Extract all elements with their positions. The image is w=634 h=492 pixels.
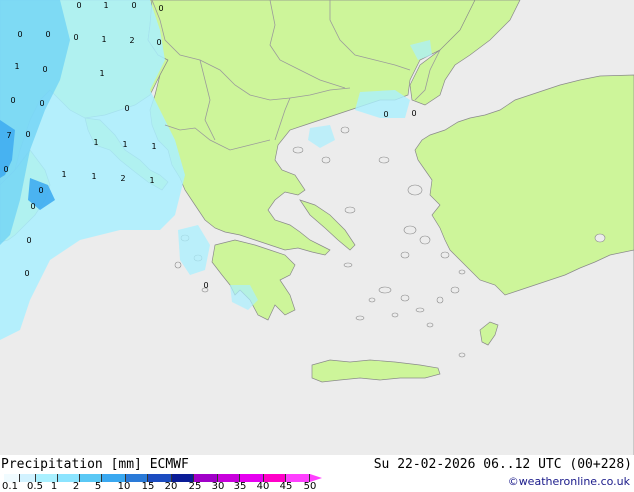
island — [368, 297, 376, 303]
island — [355, 315, 365, 321]
precip-point-label: 0 — [124, 104, 129, 113]
legend-tick-label: 0.5 — [27, 481, 43, 492]
island — [407, 184, 423, 196]
island — [450, 286, 460, 294]
legend-tick-label: 45 — [279, 481, 293, 492]
island — [391, 312, 399, 318]
legend-tick-label: 40 — [256, 481, 270, 492]
legend-tick-label: 10 — [117, 481, 131, 492]
precip-point-label: 0 — [45, 30, 50, 39]
island — [321, 156, 331, 164]
precip-point-label: 0 — [383, 110, 388, 119]
legend-tick-label: 2 — [72, 481, 80, 492]
precip-point-label: 0 — [38, 186, 43, 195]
precip-point-label: 0 — [10, 96, 15, 105]
precip-point-label: 0 — [39, 99, 44, 108]
map-footer: Precipitation [mm] ECMWF Su 22-02-2026 0… — [0, 455, 634, 492]
precip-point-label: 0 — [73, 33, 78, 42]
precip-point-label: 0 — [30, 202, 35, 211]
legend-tick-label: 15 — [141, 481, 155, 492]
precip-point-label: 2 — [120, 174, 125, 183]
precip-point-label: 0 — [17, 30, 22, 39]
precip-point-label: 0 — [24, 269, 29, 278]
precip-point-label: 0 — [42, 65, 47, 74]
legend-tick-label: 5 — [94, 481, 102, 492]
island — [400, 294, 410, 302]
precip-point-label: 1 — [149, 176, 154, 185]
island — [292, 146, 304, 154]
legend-tick-label: 0.1 — [2, 481, 18, 492]
legend-tick-label: 1 — [50, 481, 58, 492]
island — [403, 225, 417, 235]
precip-point-label: 0 — [411, 109, 416, 118]
precip-point-label: 1 — [93, 138, 98, 147]
island — [458, 352, 466, 358]
island — [343, 262, 353, 268]
precip-point-label: 0 — [26, 236, 31, 245]
precip-point-label: 0 — [158, 4, 163, 13]
precip-point-label: 2 — [129, 36, 134, 45]
precip-point-label: 7 — [6, 131, 11, 140]
island — [426, 322, 434, 328]
island — [594, 233, 606, 243]
island — [458, 269, 466, 275]
island — [340, 126, 350, 134]
island — [344, 206, 356, 214]
map-canvas: 1 0 000 0 0 1 2 01 0 10 0017 01 101 1 2 1000000 0 — [0, 0, 634, 455]
island — [378, 286, 392, 294]
precip-point-label: 0 — [3, 165, 8, 174]
valid-time: Su 22-02-2026 06..12 UTC (00+228) — [373, 457, 632, 472]
precip-point-label: 0 — [156, 38, 161, 47]
credit-link[interactable]: ©weatheronline.co.uk — [508, 475, 630, 488]
island — [436, 296, 444, 304]
legend-tick-label: 50 — [303, 481, 317, 492]
precip-point-label: 0 — [25, 130, 30, 139]
precip-point-label: 0 — [203, 281, 208, 290]
precip-point-label: 1 — [61, 170, 66, 179]
precip-point-label: 1 — [99, 69, 104, 78]
precip-point-label: 1 — [101, 35, 106, 44]
island — [419, 235, 431, 245]
legend-tick-label: 30 — [211, 481, 225, 492]
precip-point-label: 0 — [76, 1, 81, 10]
precipitation-map: 100000012010100017011011210000000 — [0, 0, 634, 455]
legend-title: Precipitation [mm] ECMWF — [1, 457, 189, 472]
legend-tick-label: 25 — [188, 481, 202, 492]
legend-tick-label: 35 — [233, 481, 247, 492]
precip-point-label: 1 — [122, 140, 127, 149]
precip-point-label: 1 — [151, 142, 156, 151]
island — [415, 307, 425, 313]
island — [440, 251, 450, 259]
legend-tick-label: 20 — [164, 481, 178, 492]
precip-point-label: 1 — [91, 172, 96, 181]
island — [378, 156, 390, 164]
precip-point-label: 0 — [131, 1, 136, 10]
precip-point-label: 1 — [103, 1, 108, 10]
precip-point-label: 1 — [14, 62, 19, 71]
island — [174, 261, 182, 269]
island — [400, 251, 410, 259]
